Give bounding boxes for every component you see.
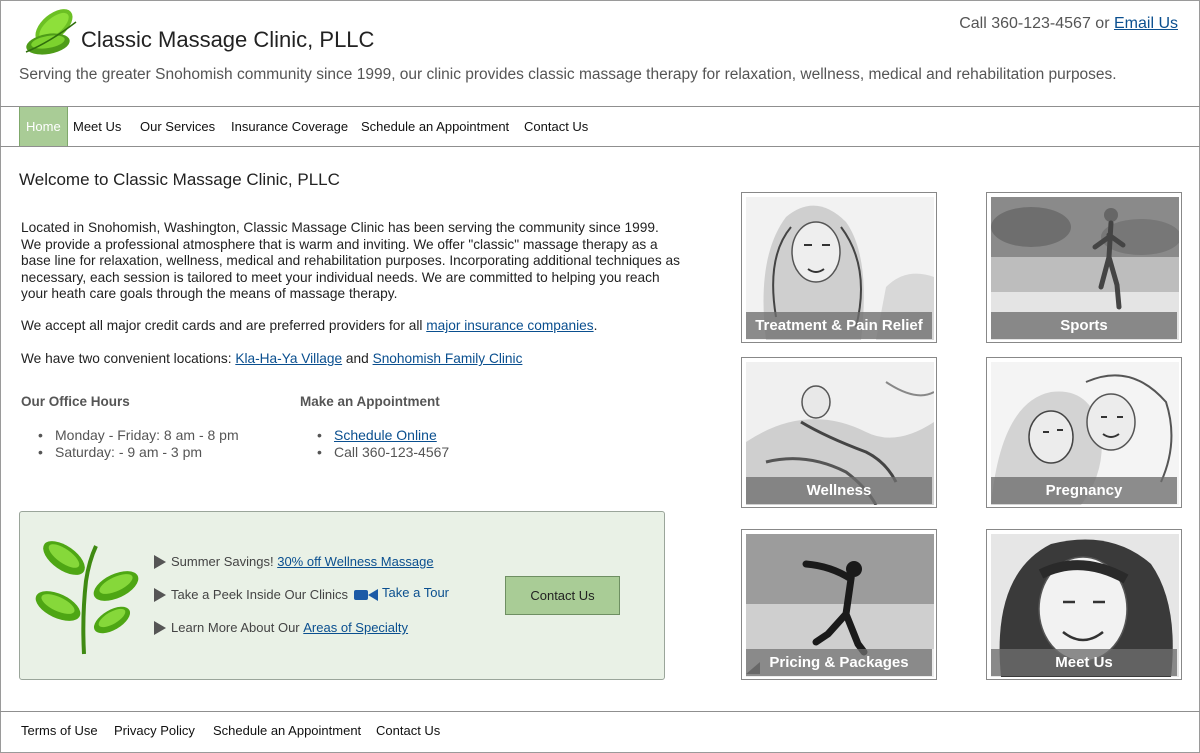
take-a-tour-link[interactable]: Take a Tour (382, 585, 449, 600)
tile-caption: Treatment & Pain Relief (746, 312, 932, 339)
footer-terms-link[interactable]: Terms of Use (21, 723, 98, 738)
header-contact: Call 360-123-4567 or Email Us (959, 15, 1178, 33)
credit-text: We accept all major credit cards and are… (21, 318, 423, 333)
nav-item-insurance-coverage[interactable]: Insurance Coverage (231, 107, 348, 146)
nav-item-our-services[interactable]: Our Services (140, 107, 215, 146)
tile-caption: Wellness (746, 477, 932, 504)
kla-ha-ya-village-link[interactable]: Kla-Ha-Ya Village (235, 351, 342, 366)
promo-line-tour: Take a Peek Inside Our Clinics Take a To… (154, 585, 449, 602)
contact-us-button[interactable]: Contact Us (505, 576, 620, 615)
hours-saturday: • Saturday: - 9 am - 3 pm (36, 444, 239, 461)
page-heading: Welcome to Classic Massage Clinic, PLLC (19, 170, 340, 189)
appointment-heading: Make an Appointment (300, 394, 440, 409)
office-hours-list: • Monday - Friday: 8 am - 8 pm • Saturday:… (36, 427, 239, 461)
locations-paragraph: We have two convenient locations: Kla-Ha… (21, 351, 522, 366)
promo-line-savings: Summer Savings! 30% off Wellness Massage (154, 554, 434, 569)
snohomish-family-clinic-link[interactable]: Snohomish Family Clinic (373, 351, 523, 366)
bullet-dot: • (317, 444, 322, 460)
sprout-icon (35, 541, 139, 655)
leaf-logo-icon (25, 9, 77, 55)
tile-pricing[interactable]: Pricing & Packages (741, 529, 937, 680)
schedule-online-item: • Schedule Online (315, 427, 449, 444)
footer-contact-link[interactable]: Contact Us (376, 723, 440, 738)
arrow-right-icon (154, 620, 166, 635)
tile-pregnancy[interactable]: Pregnancy (986, 357, 1182, 508)
promo-box: Summer Savings! 30% off Wellness Massage… (19, 511, 665, 680)
hours-weekday: • Monday - Friday: 8 am - 8 pm (36, 427, 239, 444)
tile-caption: Meet Us (991, 649, 1177, 676)
bullet-dot: • (317, 427, 322, 443)
promo-line-specialty: Learn More About Our Areas of Specialty (154, 620, 408, 635)
tile-caption: Sports (991, 312, 1177, 339)
insurance-companies-link[interactable]: major insurance companies (426, 318, 593, 333)
areas-of-specialty-link[interactable]: Areas of Specialty (303, 620, 408, 635)
video-camera-icon (354, 588, 379, 601)
hours-saturday-text: Saturday: - 9 am - 3 pm (55, 444, 203, 460)
credit-period: . (593, 318, 598, 333)
nav-item-contact-us[interactable]: Contact Us (524, 107, 588, 146)
bullet-dot: • (38, 444, 43, 460)
office-hours-heading: Our Office Hours (21, 394, 130, 409)
main-nav: Home Meet Us Our Services Insurance Cove… (0, 106, 1200, 147)
bullet-dot: • (38, 427, 43, 443)
arrow-right-icon (154, 587, 166, 602)
footer-nav: Terms of Use Privacy Policy Schedule an … (0, 711, 1200, 753)
tile-caption: Pregnancy (991, 477, 1177, 504)
tile-meet-us[interactable]: Meet Us (986, 529, 1182, 680)
nav-item-schedule-appointment[interactable]: Schedule an Appointment (361, 107, 509, 146)
tagline: Serving the greater Snohomish community … (19, 66, 1117, 83)
credit-paragraph: We accept all major credit cards and are… (21, 318, 597, 333)
site-title: Classic Massage Clinic, PLLC (81, 27, 375, 52)
tile-sports[interactable]: Sports (986, 192, 1182, 343)
nav-item-meet-us[interactable]: Meet Us (73, 107, 121, 146)
call-item: • Call 360-123-4567 (315, 444, 449, 461)
email-us-link[interactable]: Email Us (1114, 15, 1178, 32)
locations-text: We have two convenient locations: (21, 351, 232, 366)
schedule-online-link[interactable]: Schedule Online (334, 427, 437, 443)
appointment-list: • Schedule Online • Call 360-123-4567 (315, 427, 449, 461)
call-text: Call 360-123-4567 or (959, 15, 1110, 32)
footer-privacy-link[interactable]: Privacy Policy (114, 723, 195, 738)
tile-wellness[interactable]: Wellness (741, 357, 937, 508)
promo-savings-text: Summer Savings! (171, 554, 274, 569)
hours-weekday-text: Monday - Friday: 8 am - 8 pm (55, 427, 239, 443)
intro-paragraph: Located in Snohomish, Washington, Classi… (21, 220, 680, 302)
tile-treatment[interactable]: Treatment & Pain Relief (741, 192, 937, 343)
locations-and: and (345, 351, 369, 366)
wellness-massage-link[interactable]: 30% off Wellness Massage (277, 554, 433, 569)
tile-caption: Pricing & Packages (746, 649, 932, 676)
appointment-phone: Call 360-123-4567 (334, 444, 450, 460)
promo-specialty-text: Learn More About Our (171, 620, 300, 635)
footer-schedule-link[interactable]: Schedule an Appointment (213, 723, 361, 738)
arrow-right-icon (154, 554, 166, 569)
promo-tour-text: Take a Peek Inside Our Clinics (171, 587, 349, 602)
nav-item-home[interactable]: Home (19, 107, 68, 146)
